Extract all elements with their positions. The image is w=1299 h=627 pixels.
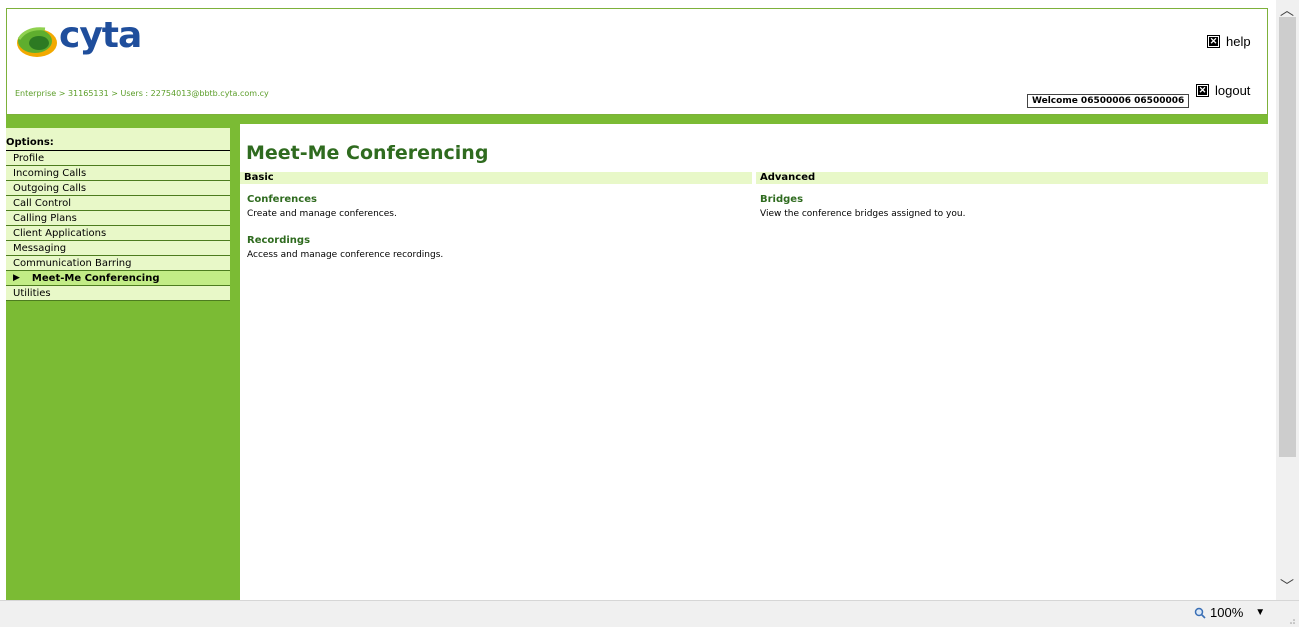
sidebar-item-label: Calling Plans bbox=[13, 212, 77, 224]
browser-viewport: cyta Enterprise > 31165131 > Users : 227… bbox=[0, 0, 1276, 600]
basic-section-header: Basic bbox=[240, 172, 752, 184]
sidebar-item-label: Client Applications bbox=[13, 227, 107, 239]
sidebar-item-label: Communication Barring bbox=[13, 257, 132, 269]
resize-grip-icon[interactable] bbox=[1286, 615, 1296, 625]
options-title: Options: bbox=[6, 128, 230, 151]
bridges-description: View the conference bridges assigned to … bbox=[760, 209, 966, 219]
status-bar: 100% ▼ bbox=[0, 600, 1299, 627]
scroll-down-icon[interactable]: ﹀ bbox=[1280, 576, 1294, 596]
sidebar-item-meet-me-conferencing[interactable]: ▶ Meet-Me Conferencing bbox=[6, 271, 230, 286]
sidebar-item-communication-barring[interactable]: Communication Barring bbox=[6, 256, 230, 271]
logout-link[interactable]: ✕ logout bbox=[1196, 83, 1250, 98]
page-title: Meet-Me Conferencing bbox=[246, 142, 489, 164]
help-label: help bbox=[1226, 34, 1251, 49]
vertical-scrollbar[interactable]: ︿ ﹀ bbox=[1276, 0, 1299, 600]
sidebar-item-label: Messaging bbox=[13, 242, 67, 254]
sidebar: Options: Profile Incoming Calls Outgoing… bbox=[6, 124, 240, 600]
sidebar-item-calling-plans[interactable]: Calling Plans bbox=[6, 211, 230, 226]
close-box-icon: ✕ bbox=[1196, 84, 1209, 97]
sidebar-item-utilities[interactable]: Utilities bbox=[6, 286, 230, 301]
recordings-link[interactable]: Recordings bbox=[247, 235, 310, 246]
logout-label: logout bbox=[1215, 83, 1251, 98]
header-divider bbox=[6, 115, 1268, 124]
cyta-logo[interactable]: cyta bbox=[15, 15, 165, 61]
sidebar-item-profile[interactable]: Profile bbox=[6, 151, 230, 166]
recordings-description: Access and manage conference recordings. bbox=[247, 250, 444, 260]
page-header: cyta Enterprise > 31165131 > Users : 227… bbox=[6, 8, 1268, 115]
sidebar-item-label: Outgoing Calls bbox=[13, 182, 87, 194]
sidebar-item-client-applications[interactable]: Client Applications bbox=[6, 226, 230, 241]
breadcrumb-user: 22754013@bbtb.cyta.com.cy bbox=[150, 89, 269, 98]
sidebar-item-label: Profile bbox=[13, 152, 45, 164]
conferences-description: Create and manage conferences. bbox=[247, 209, 397, 219]
magnifier-icon bbox=[1194, 607, 1206, 619]
breadcrumb-separator: > bbox=[56, 89, 68, 98]
welcome-badge: Welcome 06500006 06500006 bbox=[1027, 94, 1190, 108]
options-menu: Options: Profile Incoming Calls Outgoing… bbox=[6, 128, 230, 301]
zoom-level: 100% bbox=[1210, 605, 1244, 620]
sidebar-item-messaging[interactable]: Messaging bbox=[6, 241, 230, 256]
sidebar-item-outgoing-calls[interactable]: Outgoing Calls bbox=[6, 181, 230, 196]
zoom-control[interactable]: 100% ▼ bbox=[1194, 605, 1265, 620]
breadcrumb-enterprise[interactable]: Enterprise bbox=[15, 89, 56, 98]
bridges-link[interactable]: Bridges bbox=[760, 194, 803, 205]
scrollbar-thumb[interactable] bbox=[1279, 17, 1296, 457]
sidebar-item-label: Incoming Calls bbox=[13, 167, 87, 179]
main-content: Meet-Me Conferencing Basic Advanced Conf… bbox=[240, 124, 1268, 600]
chevron-down-icon[interactable]: ▼ bbox=[1255, 607, 1265, 618]
breadcrumb-users[interactable]: Users bbox=[120, 89, 142, 98]
conferences-link[interactable]: Conferences bbox=[247, 194, 317, 205]
current-arrow-icon: ▶ bbox=[13, 272, 20, 283]
cyta-globe-icon bbox=[17, 27, 57, 57]
sidebar-item-label: Call Control bbox=[13, 197, 71, 209]
advanced-section-header: Advanced bbox=[756, 172, 1268, 184]
breadcrumb-enterprise-id[interactable]: 31165131 bbox=[68, 89, 109, 98]
sidebar-item-label: Utilities bbox=[13, 287, 51, 299]
sidebar-item-call-control[interactable]: Call Control bbox=[6, 196, 230, 211]
logo-text: cyta bbox=[59, 15, 142, 56]
breadcrumb-separator: > bbox=[108, 89, 121, 98]
sidebar-item-label: Meet-Me Conferencing bbox=[31, 272, 160, 284]
breadcrumb-separator: : bbox=[142, 89, 151, 98]
breadcrumb: Enterprise > 31165131 > Users : 22754013… bbox=[15, 89, 269, 98]
help-link[interactable]: ✕ help bbox=[1207, 34, 1251, 49]
sidebar-item-incoming-calls[interactable]: Incoming Calls bbox=[6, 166, 230, 181]
close-box-icon: ✕ bbox=[1207, 35, 1220, 48]
